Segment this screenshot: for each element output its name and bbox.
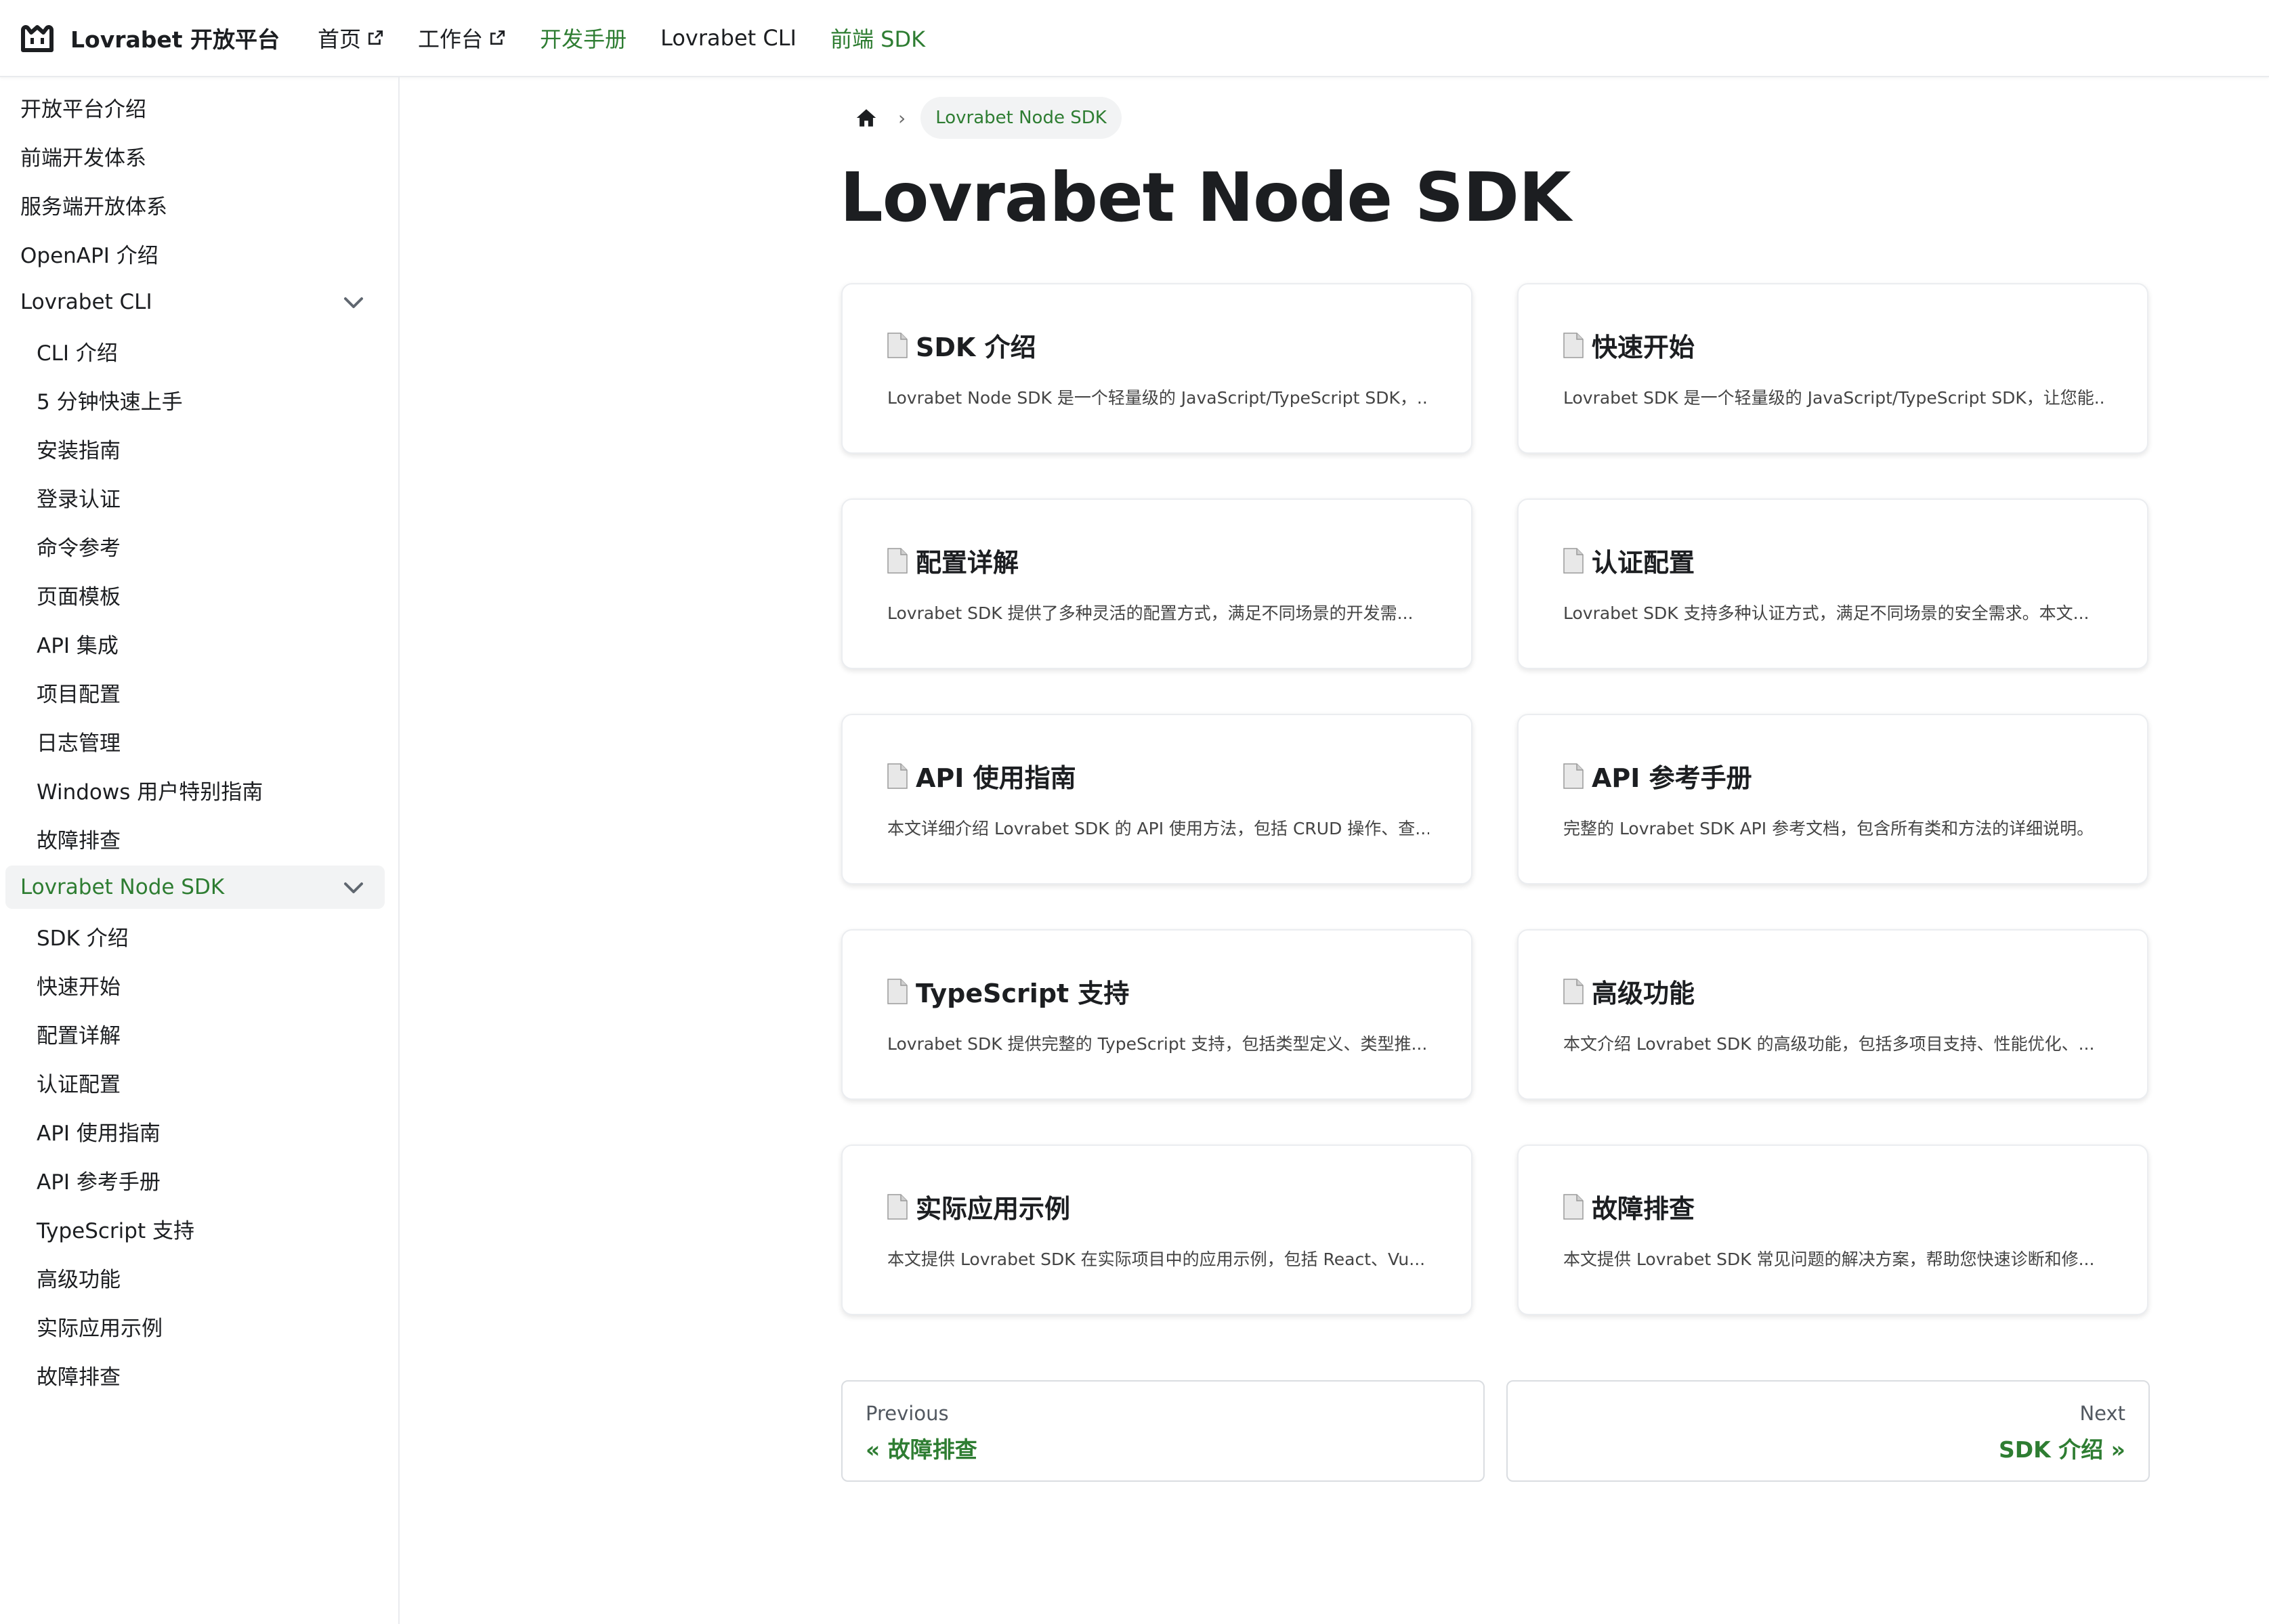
breadcrumb-separator: › bbox=[898, 106, 906, 129]
card-description: 本文提供 Lovrabet SDK 在实际项目中的应用示例，包括 React、V… bbox=[887, 1249, 1426, 1269]
document-icon bbox=[1563, 332, 1584, 358]
document-icon bbox=[1563, 1193, 1584, 1220]
nav-frontend-sdk-link[interactable]: 前端 SDK bbox=[830, 22, 925, 54]
breadcrumb: › Lovrabet Node SDK bbox=[841, 95, 1122, 141]
breadcrumb-current: Lovrabet Node SDK bbox=[920, 97, 1122, 139]
card-title: 快速开始 bbox=[1592, 333, 1695, 362]
doc-card-auth[interactable]: 认证配置 Lovrabet SDK 支持多种认证方式，满足不同场景的安全需求。本… bbox=[1517, 498, 2148, 669]
card-title: API 使用指南 bbox=[916, 763, 1076, 793]
nav-home-label: 首页 bbox=[318, 26, 362, 52]
doc-card-sdk-intro[interactable]: SDK 介绍 Lovrabet Node SDK 是一个轻量级的 JavaScr… bbox=[841, 283, 1472, 454]
card-title: 认证配置 bbox=[1592, 548, 1695, 578]
card-title: SDK 介绍 bbox=[916, 333, 1036, 362]
external-link-icon bbox=[490, 30, 505, 45]
nav-links: 首页 工作台 开发手册 Lovrabet CLI 前端 SDK bbox=[318, 22, 959, 54]
doc-card-advanced[interactable]: 高级功能 本文介绍 Lovrabet SDK 的高级功能，包括多项目支持、性能优… bbox=[1517, 929, 2148, 1100]
pagination-prev-link[interactable]: Previous « 故障排查 bbox=[841, 1380, 1485, 1482]
card-description: Lovrabet SDK 提供了多种灵活的配置方式，满足不同场景的开发需... bbox=[887, 603, 1414, 623]
card-description: 本文介绍 Lovrabet SDK 的高级功能，包括多项目支持、性能优化、... bbox=[1563, 1034, 2095, 1054]
document-icon bbox=[887, 978, 908, 1004]
nav-workspace-label: 工作台 bbox=[418, 26, 484, 52]
sidebar-item-sdk-troubleshoot[interactable]: 故障排查 bbox=[5, 1353, 385, 1396]
pagination-prev-label: « 故障排查 bbox=[866, 1436, 977, 1463]
sidebar-item-sdk-typescript[interactable]: TypeScript 支持 bbox=[5, 1207, 385, 1250]
document-icon bbox=[887, 763, 908, 789]
card-title: TypeScript 支持 bbox=[916, 979, 1130, 1008]
sidebar-item-frontend-dev[interactable]: 前端开发体系 bbox=[5, 134, 385, 177]
sidebar-item-cli-commands[interactable]: 命令参考 bbox=[5, 524, 385, 568]
card-title: 故障排查 bbox=[1592, 1194, 1695, 1224]
card-description: Lovrabet SDK 是一个轻量级的 JavaScript/TypeScri… bbox=[1563, 388, 2105, 408]
doc-card-typescript[interactable]: TypeScript 支持 Lovrabet SDK 提供完整的 TypeScr… bbox=[841, 929, 1472, 1100]
doc-card-quickstart[interactable]: 快速开始 Lovrabet SDK 是一个轻量级的 JavaScript/Typ… bbox=[1517, 283, 2148, 454]
card-title: 实际应用示例 bbox=[916, 1194, 1071, 1224]
sidebar-item-platform-intro[interactable]: 开放平台介绍 bbox=[5, 85, 385, 129]
card-description: 完整的 Lovrabet SDK API 参考文档，包含所有类和方法的详细说明。 bbox=[1563, 819, 2094, 838]
card-description: 本文详细介绍 Lovrabet SDK 的 API 使用方法，包括 CRUD 操… bbox=[887, 819, 1429, 838]
pagination-next-sub: Next bbox=[2079, 1402, 2125, 1425]
sidebar-category-node-sdk[interactable]: Lovrabet Node SDK bbox=[5, 866, 385, 909]
sidebar-item-sdk-api-reference[interactable]: API 参考手册 bbox=[5, 1158, 385, 1201]
docs-sidebar: 开放平台介绍 前端开发体系 服务端开放体系 OpenAPI 介绍 Lovrabe… bbox=[0, 77, 400, 1624]
card-description: Lovrabet Node SDK 是一个轻量级的 JavaScript/Typ… bbox=[887, 388, 1429, 408]
card-description: Lovrabet SDK 支持多种认证方式，满足不同场景的安全需求。本文... bbox=[1563, 603, 2090, 623]
sidebar-item-sdk-advanced[interactable]: 高级功能 bbox=[5, 1256, 385, 1299]
lovrabet-logo-icon bbox=[21, 25, 54, 52]
document-icon bbox=[887, 1193, 908, 1220]
sidebar-item-sdk-auth[interactable]: 认证配置 bbox=[5, 1061, 385, 1104]
chevron-down-icon[interactable] bbox=[341, 878, 366, 898]
top-navbar: Lovrabet 开放平台 首页 工作台 开发手册 Lovrabet CLI 前… bbox=[0, 0, 2269, 77]
document-icon bbox=[887, 332, 908, 358]
nav-cli-link[interactable]: Lovrabet CLI bbox=[660, 25, 797, 51]
sidebar-item-cli-api[interactable]: API 集成 bbox=[5, 622, 385, 665]
card-title: 高级功能 bbox=[1592, 979, 1695, 1008]
sidebar-item-sdk-quickstart[interactable]: 快速开始 bbox=[5, 963, 385, 1006]
sidebar-item-cli-troubleshoot[interactable]: 故障排查 bbox=[5, 817, 385, 860]
document-icon bbox=[1563, 763, 1584, 789]
sidebar-item-cli-quickstart[interactable]: 5 分钟快速上手 bbox=[5, 378, 385, 421]
card-description: Lovrabet SDK 提供完整的 TypeScript 支持，包括类型定义、… bbox=[887, 1034, 1428, 1054]
external-link-icon bbox=[368, 30, 383, 45]
document-icon bbox=[887, 547, 908, 574]
docs-page: Lovrabet 开放平台 首页 工作台 开发手册 Lovrabet CLI 前… bbox=[0, 0, 2269, 1624]
sidebar-item-sdk-api-guide[interactable]: API 使用指南 bbox=[5, 1109, 385, 1153]
doc-card-examples[interactable]: 实际应用示例 本文提供 Lovrabet SDK 在实际项目中的应用示例，包括 … bbox=[841, 1145, 1472, 1315]
chevron-down-icon[interactable] bbox=[341, 293, 366, 313]
doc-card-config[interactable]: 配置详解 Lovrabet SDK 提供了多种灵活的配置方式，满足不同场景的开发… bbox=[841, 498, 1472, 669]
doc-card-troubleshoot[interactable]: 故障排查 本文提供 Lovrabet SDK 常见问题的解决方案，帮助您快速诊断… bbox=[1517, 1145, 2148, 1315]
sidebar-item-cli-windows[interactable]: Windows 用户特别指南 bbox=[5, 768, 385, 811]
pagination-prev-sub: Previous bbox=[866, 1402, 949, 1425]
sidebar-item-cli-login[interactable]: 登录认证 bbox=[5, 475, 385, 519]
pagination-next-label: SDK 介绍 » bbox=[1998, 1436, 2125, 1463]
card-title: API 参考手册 bbox=[1592, 763, 1752, 793]
sidebar-item-server-open[interactable]: 服务端开放体系 bbox=[5, 183, 385, 226]
sidebar-item-cli-install[interactable]: 安装指南 bbox=[5, 427, 385, 470]
page-title: Lovrabet Node SDK bbox=[840, 158, 1571, 237]
sidebar-category-cli[interactable]: Lovrabet CLI bbox=[5, 280, 385, 324]
sidebar-item-cli-templates[interactable]: 页面模板 bbox=[5, 573, 385, 616]
card-title: 配置详解 bbox=[916, 548, 1019, 578]
doc-card-api-guide[interactable]: API 使用指南 本文详细介绍 Lovrabet SDK 的 API 使用方法，… bbox=[841, 714, 1472, 884]
sidebar-item-sdk-intro[interactable]: SDK 介绍 bbox=[5, 914, 385, 958]
sidebar-item-sdk-examples[interactable]: 实际应用示例 bbox=[5, 1304, 385, 1348]
sidebar-item-cli-logs[interactable]: 日志管理 bbox=[5, 719, 385, 763]
home-icon[interactable] bbox=[855, 106, 878, 129]
nav-workspace-link[interactable]: 工作台 bbox=[418, 22, 506, 54]
document-icon bbox=[1563, 978, 1584, 1004]
document-icon bbox=[1563, 547, 1584, 574]
sidebar-item-cli-intro[interactable]: CLI 介绍 bbox=[5, 329, 385, 372]
nav-dev-manual-link[interactable]: 开发手册 bbox=[540, 22, 627, 54]
sidebar-item-openapi[interactable]: OpenAPI 介绍 bbox=[5, 232, 385, 275]
nav-home-link[interactable]: 首页 bbox=[318, 22, 384, 54]
sidebar-item-sdk-config[interactable]: 配置详解 bbox=[5, 1012, 385, 1055]
sidebar-item-cli-project-config[interactable]: 项目配置 bbox=[5, 670, 385, 714]
pagination-next-link[interactable]: Next SDK 介绍 » bbox=[1506, 1380, 2150, 1482]
card-description: 本文提供 Lovrabet SDK 常见问题的解决方案，帮助您快速诊断和修... bbox=[1563, 1249, 2095, 1269]
brand-link[interactable]: Lovrabet 开放平台 bbox=[19, 22, 280, 54]
brand-title: Lovrabet 开放平台 bbox=[70, 26, 280, 53]
doc-card-api-reference[interactable]: API 参考手册 完整的 Lovrabet SDK API 参考文档，包含所有类… bbox=[1517, 714, 2148, 884]
